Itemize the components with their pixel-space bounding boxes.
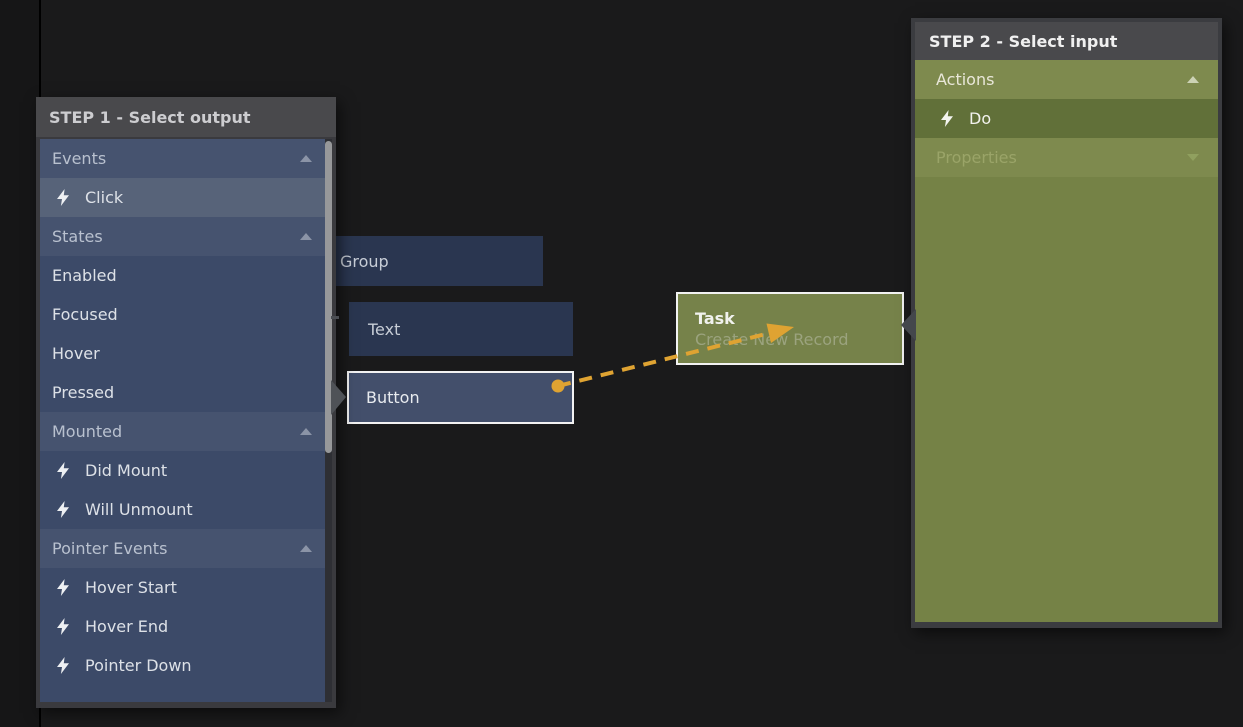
list-item-label: Will Unmount	[85, 500, 193, 519]
list-item-do[interactable]: Do	[915, 99, 1218, 138]
list-item-focused[interactable]: Focused	[40, 295, 332, 334]
section-row-pointer-events[interactable]: Pointer Events	[40, 529, 332, 568]
list-item-hover-end[interactable]: Hover End	[40, 607, 332, 646]
list-item-enabled[interactable]: Enabled	[40, 256, 332, 295]
list-item-label: Hover	[52, 344, 100, 363]
section-label: States	[52, 227, 103, 246]
list-item-label: Hover Start	[85, 578, 177, 597]
task-node-title: Task	[695, 308, 735, 329]
step1-panel-title: STEP 1 - Select output	[49, 108, 251, 127]
canvas-left-strip	[0, 0, 39, 727]
button-node[interactable]: Button	[347, 371, 574, 424]
text-node[interactable]: Text	[349, 302, 573, 356]
section-label: Properties	[936, 148, 1017, 167]
list-item-label: Do	[969, 109, 991, 128]
lightning-icon	[57, 657, 70, 674]
section-row-events[interactable]: Events	[40, 139, 332, 178]
lightning-icon	[57, 579, 70, 596]
collapse-up-icon	[1187, 76, 1199, 83]
section-row-actions[interactable]: Actions	[915, 60, 1218, 99]
section-label: Mounted	[52, 422, 122, 441]
task-node[interactable]: Task Create New Record	[676, 292, 904, 365]
step2-panel-title: STEP 2 - Select input	[929, 32, 1117, 51]
text-node-connector-stub	[331, 316, 339, 319]
step1-panel-header: STEP 1 - Select output	[36, 97, 336, 137]
collapse-up-icon	[300, 545, 312, 552]
group-node-label: Group	[340, 252, 389, 271]
section-row-mounted[interactable]: Mounted	[40, 412, 332, 451]
list-item-label: Focused	[52, 305, 118, 324]
text-node-label: Text	[368, 320, 400, 339]
lightning-icon	[57, 618, 70, 635]
section-label: Actions	[936, 70, 994, 89]
collapse-down-icon	[1187, 154, 1199, 161]
list-item-hover[interactable]: Hover	[40, 334, 332, 373]
section-row-properties[interactable]: Properties	[915, 138, 1218, 177]
section-row-states[interactable]: States	[40, 217, 332, 256]
step2-panel-body: Actions Do Properties	[915, 60, 1218, 622]
list-item-label: Pressed	[52, 383, 114, 402]
list-item-click[interactable]: Click	[40, 178, 332, 217]
list-item-hover-start[interactable]: Hover Start	[40, 568, 332, 607]
collapse-up-icon	[300, 155, 312, 162]
lightning-icon	[57, 189, 70, 206]
list-item-pointer-down[interactable]: Pointer Down	[40, 646, 332, 685]
list-item-will-unmount[interactable]: Will Unmount	[40, 490, 332, 529]
list-item-label: Did Mount	[85, 461, 167, 480]
step1-panel-body: Events Click States Enabled Focused Hove…	[40, 139, 332, 702]
task-node-subtitle: Create New Record	[695, 329, 849, 350]
lightning-icon	[941, 110, 954, 127]
section-label: Pointer Events	[52, 539, 167, 558]
list-item-label: Pointer Down	[85, 656, 192, 675]
collapse-up-icon	[300, 428, 312, 435]
list-item-label: Hover End	[85, 617, 168, 636]
list-item-pressed[interactable]: Pressed	[40, 373, 332, 412]
step2-panel-header: STEP 2 - Select input	[915, 22, 1218, 60]
task-connector-arrow-icon[interactable]	[901, 309, 916, 341]
button-node-label: Button	[366, 388, 420, 407]
group-node[interactable]: Group	[300, 236, 543, 286]
step1-panel: STEP 1 - Select output Events Click Stat…	[36, 97, 336, 708]
step1-connector-arrow-icon[interactable]	[331, 380, 346, 415]
list-item-label: Enabled	[52, 266, 117, 285]
collapse-up-icon	[300, 233, 312, 240]
list-item-label: Click	[85, 188, 123, 207]
step2-panel: STEP 2 - Select input Actions Do Propert…	[911, 18, 1222, 628]
lightning-icon	[57, 501, 70, 518]
lightning-icon	[57, 462, 70, 479]
section-label: Events	[52, 149, 106, 168]
list-item-did-mount[interactable]: Did Mount	[40, 451, 332, 490]
